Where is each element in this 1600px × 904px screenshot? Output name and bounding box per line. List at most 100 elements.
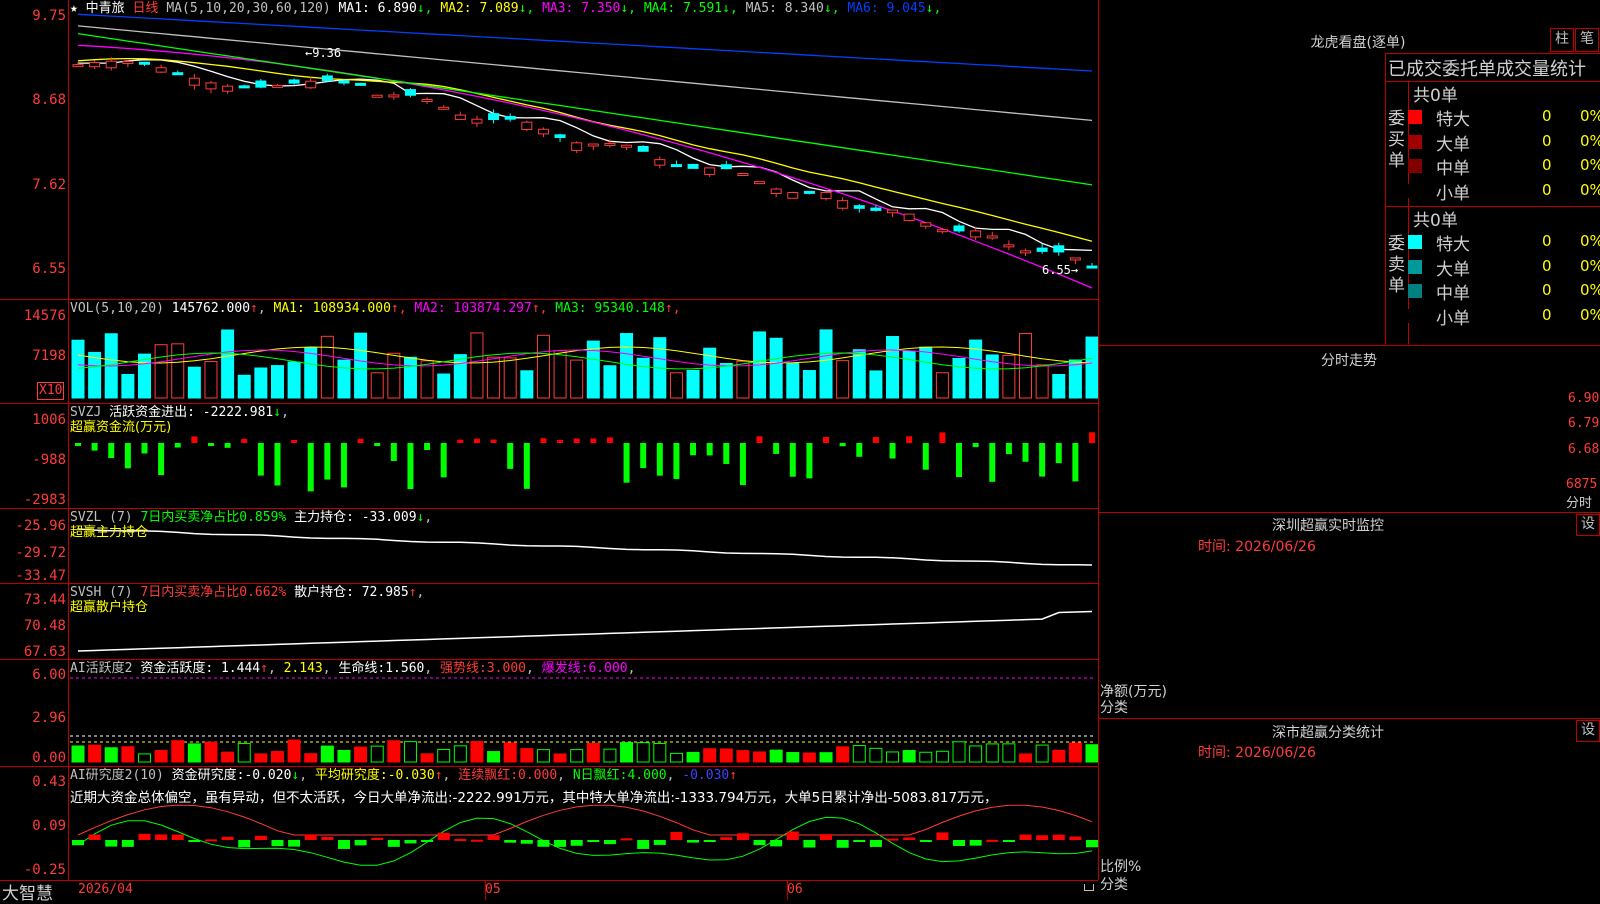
order-size-label: 中单 (1436, 159, 1470, 179)
fund-flow-bar (158, 443, 165, 476)
high-note: ←9.36 (305, 46, 342, 60)
sh-settings-button[interactable]: 设 (1576, 720, 1600, 742)
volume-bar (686, 369, 700, 399)
research-line (77, 816, 1093, 866)
volume-bar (370, 372, 384, 399)
volume-bar (88, 351, 102, 399)
fund-flow-bar (573, 438, 580, 443)
activity-bar (819, 752, 833, 763)
candle-body (604, 142, 616, 146)
fund-flow-bar (241, 438, 248, 443)
order-count: 0 (1542, 232, 1552, 250)
candle-body (471, 118, 483, 124)
fund-flow-bar (673, 443, 680, 479)
research-bar (72, 840, 84, 846)
fund-flow-bar (507, 443, 514, 469)
kline-chart[interactable]: 2203.661024.51-154.64-1333.792203.66散户19… (0, 0, 1098, 882)
volume-bar (437, 373, 451, 399)
candle-body (404, 89, 416, 96)
ma-arrow: ↓, (823, 1, 848, 16)
volume-bar (154, 344, 168, 399)
order-count: 0 (1542, 180, 1552, 199)
activity-bar (121, 746, 135, 763)
volume-bar (836, 360, 850, 399)
fund-flow-bar (490, 439, 497, 443)
ai2-v4: 4.000 (627, 768, 667, 783)
research-bar (903, 837, 916, 840)
volume-bar (819, 329, 833, 399)
fund-flow-bar (440, 443, 447, 478)
svzl-arrow: ↓ (416, 510, 425, 525)
fund-flow-bar (756, 436, 763, 443)
fund-flow-bar (823, 436, 830, 443)
ai2-comment: 近期大资金总体偏空，虽有异动，但不太活跃，今日大单净流出:-2222.991万元… (70, 790, 998, 806)
activity-bar (1035, 744, 1049, 763)
ytick-main-2: 7.62 (32, 177, 66, 193)
volume-bar (669, 372, 683, 399)
research-bar (1069, 836, 1082, 840)
order-size-label: 大单 (1436, 259, 1470, 280)
volume-bar (270, 365, 284, 399)
activity-bar (270, 750, 284, 763)
research-bar (803, 840, 816, 848)
period-label[interactable]: 日线 (133, 1, 159, 16)
ai2-a1: ↓ (291, 768, 300, 783)
order-size-label: 中单 (1436, 284, 1470, 304)
favorite-star-icon[interactable]: ★ (70, 1, 78, 16)
research-bar (1052, 834, 1065, 840)
fund-flow-bar (141, 443, 148, 454)
activity-bar (470, 740, 484, 763)
order-size-label: 特大 (1436, 235, 1470, 255)
ma-item-2: MA2: 7.089 (440, 1, 519, 16)
ai1-v4: 3.000 (486, 661, 526, 676)
candle-body (388, 94, 400, 98)
ytick-ai1-0: 6.00 (32, 667, 66, 683)
tick-mode-button[interactable]: 笔 (1575, 28, 1599, 52)
volume-bar (403, 356, 417, 399)
ma-arrow: ↓, (722, 1, 746, 16)
date-divider (787, 880, 788, 900)
vol-label: VOL(5,10,20) (70, 301, 164, 316)
ai2-header: AI研究度2(10) 资金研究度:-0.020↓, 平均研究度:-0.030↑,… (70, 768, 738, 783)
lock-icon[interactable] (1084, 884, 1094, 891)
vol-arrow: ↑ (250, 301, 258, 316)
fund-flow-bar (523, 443, 530, 489)
ytick-vol-0: 14576 (23, 308, 66, 324)
volume-bar (1052, 374, 1066, 399)
order-row-buy-rows-0: 特大 0 0% (1408, 104, 1600, 130)
activity-bar (1085, 744, 1098, 763)
activity-bar (221, 751, 235, 763)
ytick-ai2-1: 0.09 (32, 818, 66, 834)
ytick-svsh-0: 73.44 (23, 592, 66, 608)
research-bar (653, 840, 666, 845)
research-bar (1086, 840, 1098, 848)
research-bar (421, 840, 434, 842)
sz-settings-button[interactable]: 设 (1576, 514, 1600, 536)
candle-body (670, 164, 682, 168)
candle-body (321, 75, 333, 82)
date-label-3: 06 (787, 882, 803, 897)
fund-flow-bar (174, 443, 181, 448)
research-bar (869, 840, 882, 847)
main-header: ★ 中青旅 日线 MA(5,10,20,30,60,120) MA1: 6.89… (70, 1, 941, 16)
activity-bar (836, 746, 850, 763)
order-row-sell-rows-2: 中单 0 0% (1408, 278, 1600, 304)
svzl-desc2: 主力持仓: (294, 510, 354, 525)
buy-total: 共0单 (1413, 86, 1458, 106)
volume-bar (1035, 364, 1049, 399)
vol-value: 145762.000 (171, 301, 251, 316)
ma-arrow: ↓, (925, 1, 942, 16)
research-bar (836, 840, 849, 848)
ytick-svsh-1: 70.48 (23, 618, 66, 634)
panel-divider (1098, 345, 1600, 346)
bar-mode-button[interactable]: 柱 (1550, 28, 1574, 52)
activity-bar (653, 743, 667, 763)
ma-item-3: MA3: 95340.148 (555, 301, 665, 316)
research-bar (337, 840, 350, 849)
fund-flow-bar (706, 443, 713, 456)
fund-flow-bar (606, 437, 613, 443)
fund-flow-bar (1005, 443, 1012, 455)
svsh-arrow: ↑ (408, 585, 417, 600)
volume-bar (254, 367, 268, 399)
volume-bar (802, 370, 816, 399)
